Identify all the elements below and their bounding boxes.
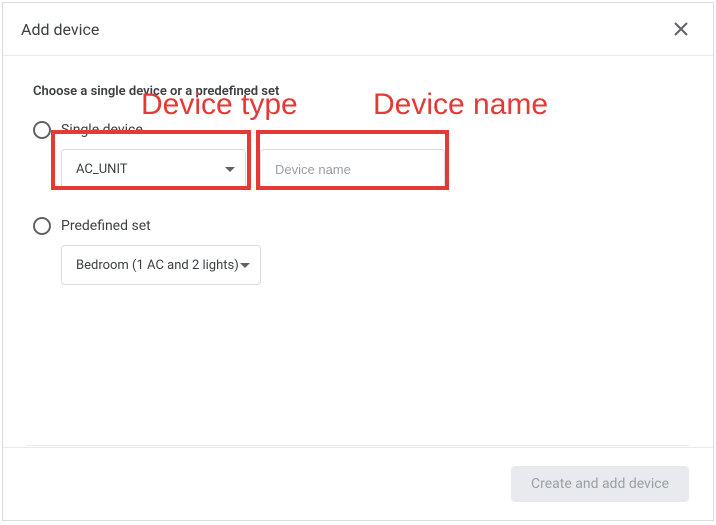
dialog-title: Add device	[21, 20, 99, 39]
predefined-set-label: Predefined set	[61, 218, 151, 234]
single-device-option[interactable]: Single device	[33, 121, 683, 139]
dialog-content: Choose a single device or a predefined s…	[3, 56, 713, 285]
predefined-set-value: Bedroom (1 AC and 2 lights)	[76, 258, 239, 273]
predefined-set-radio[interactable]	[33, 217, 51, 235]
create-and-add-button[interactable]: Create and add device	[511, 466, 689, 502]
predefined-set-select[interactable]: Bedroom (1 AC and 2 lights)	[61, 245, 261, 285]
single-device-radio[interactable]	[33, 121, 51, 139]
device-type-select[interactable]: AC_UNIT	[61, 149, 246, 189]
dialog-footer: Create and add device	[3, 447, 713, 520]
chevron-down-icon	[240, 263, 250, 268]
dialog-header: Add device	[3, 3, 713, 56]
device-type-value: AC_UNIT	[76, 162, 128, 177]
predefined-set-option[interactable]: Predefined set	[33, 217, 683, 235]
device-name-input[interactable]	[260, 149, 445, 189]
close-button[interactable]	[667, 15, 695, 43]
chevron-down-icon	[225, 167, 235, 172]
footer-divider	[27, 445, 689, 446]
single-device-fields: AC_UNIT	[61, 149, 683, 189]
single-device-label: Single device	[61, 122, 143, 138]
content-subtitle: Choose a single device or a predefined s…	[33, 84, 683, 99]
predefined-set-fields: Bedroom (1 AC and 2 lights)	[61, 245, 683, 285]
close-icon	[674, 22, 688, 36]
add-device-dialog: Add device Choose a single device or a p…	[2, 2, 714, 521]
